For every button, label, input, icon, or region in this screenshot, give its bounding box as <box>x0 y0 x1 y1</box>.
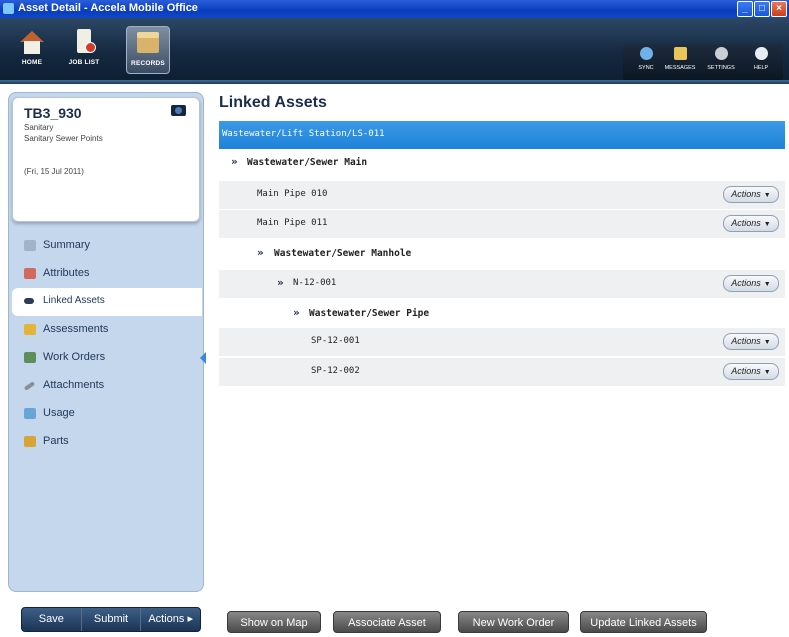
utility-nav: SYNC MESSAGES SETTINGS HELP <box>623 44 783 80</box>
maximize-button[interactable]: □ <box>754 1 770 17</box>
actions-button[interactable]: Actions ▼ <box>723 275 779 292</box>
chevron-down-icon: » <box>293 306 300 319</box>
save-button[interactable]: Save <box>22 608 82 631</box>
menu-item-attributes[interactable]: Attributes <box>12 260 201 288</box>
chevron-down-icon: » <box>231 155 238 168</box>
menu-item-attachments[interactable]: Attachments <box>12 372 201 400</box>
job-list-label: JOB LIST <box>68 59 100 66</box>
settings-button[interactable]: SETTINGS <box>705 47 737 71</box>
menu-item-label: Usage <box>43 407 75 419</box>
help-label: HELP <box>753 65 769 71</box>
record-subtype: Sanitary Sewer Points <box>24 134 103 143</box>
asset-row[interactable]: Main Pipe 010 Actions ▼ <box>219 181 785 209</box>
menu-item-assessments[interactable]: Assessments <box>12 316 201 344</box>
parts-icon <box>24 436 36 447</box>
actions-button[interactable]: Actions ▼ <box>723 363 779 380</box>
asset-label: N-12-001 <box>293 278 337 288</box>
associate-asset-button[interactable]: Associate Asset <box>333 611 441 633</box>
record-actions-button[interactable]: Actions ▸ <box>141 608 200 631</box>
window-title: Asset Detail - Accela Mobile Office <box>18 2 198 14</box>
sync-label: SYNC <box>638 65 654 71</box>
messages-button[interactable]: MESSAGES <box>663 47 697 71</box>
actions-button[interactable]: Actions ▼ <box>723 186 779 203</box>
home-button[interactable]: HOME <box>10 26 54 74</box>
menu-item-work-orders[interactable]: Work Orders <box>12 344 201 372</box>
record-type: Sanitary <box>24 123 54 132</box>
menu-item-label: Summary <box>43 239 91 251</box>
left-panel: TB3_930 Sanitary Sanitary Sewer Points (… <box>8 92 204 592</box>
menu-item-label: Parts <box>43 435 69 447</box>
window-controls: _ □ × <box>737 1 787 17</box>
sync-button[interactable]: SYNC <box>633 47 659 71</box>
linked-assets-icon <box>24 298 34 304</box>
home-icon <box>19 29 45 55</box>
page-title: Linked Assets <box>219 94 327 111</box>
summary-icon <box>24 240 36 251</box>
selected-asset-label: Wastewater/Lift Station/LS-011 <box>222 129 385 139</box>
main-toolbar: HOME JOB LIST RECORDS SYNC MESSAGES SETT… <box>0 18 789 84</box>
record-id: TB3_930 <box>24 105 82 121</box>
new-work-order-button[interactable]: New Work Order <box>458 611 569 633</box>
asset-label: Main Pipe 010 <box>257 189 328 199</box>
group-header-row[interactable]: » Wastewater/Sewer Main <box>219 149 785 177</box>
messages-icon <box>673 47 687 60</box>
asset-label: SP-12-002 <box>311 366 360 376</box>
group-header-label: Wastewater/Sewer Pipe <box>309 308 430 319</box>
records-icon <box>135 30 161 56</box>
chevron-down-icon: » <box>257 246 264 259</box>
messages-label: MESSAGES <box>664 65 696 71</box>
asset-group-row[interactable]: » N-12-001 Actions ▼ <box>219 270 785 298</box>
menu-item-label: Linked Assets <box>43 295 105 306</box>
settings-label: SETTINGS <box>707 65 735 71</box>
menu-item-label: Work Orders <box>43 351 106 363</box>
chevron-down-icon: » <box>277 276 284 289</box>
records-button[interactable]: RECORDS <box>126 26 170 74</box>
update-linked-assets-button[interactable]: Update Linked Assets <box>580 611 707 633</box>
attributes-icon <box>24 268 36 279</box>
menu-item-label: Attributes <box>43 267 90 279</box>
actions-button[interactable]: Actions ▼ <box>723 333 779 350</box>
work-orders-icon <box>24 352 36 363</box>
asset-row[interactable]: SP-12-002 Actions ▼ <box>219 358 785 386</box>
menu-item-label: Assessments <box>43 323 109 335</box>
group-header-row[interactable]: » Wastewater/Sewer Pipe <box>219 300 785 328</box>
group-header-row[interactable]: » Wastewater/Sewer Manhole <box>219 240 785 268</box>
record-date: (Fri, 15 Jul 2011) <box>24 167 84 176</box>
menu-item-parts[interactable]: Parts <box>12 428 201 456</box>
panel-pointer <box>200 352 206 364</box>
home-label: HOME <box>21 59 43 66</box>
assessments-icon <box>24 324 36 335</box>
asset-row[interactable]: SP-12-001 Actions ▼ <box>219 328 785 356</box>
menu-item-label: Attachments <box>43 379 105 391</box>
record-button-bar: Save Submit Actions ▸ <box>21 607 201 632</box>
menu-item-linked-assets[interactable]: Linked Assets <box>12 288 202 316</box>
job-list-button[interactable]: JOB LIST <box>62 26 106 74</box>
sync-icon <box>639 47 653 60</box>
minimize-button[interactable]: _ <box>737 1 753 17</box>
close-button[interactable]: × <box>771 1 787 17</box>
settings-icon <box>714 47 728 60</box>
selected-asset-row[interactable]: Wastewater/Lift Station/LS-011 <box>219 121 785 149</box>
asset-row[interactable]: Main Pipe 011 Actions ▼ <box>219 210 785 238</box>
asset-label: Main Pipe 011 <box>257 218 328 228</box>
group-header-label: Wastewater/Sewer Manhole <box>274 248 412 259</box>
usage-icon <box>24 408 36 419</box>
title-bar: Asset Detail - Accela Mobile Office _ □ … <box>0 0 789 18</box>
help-button[interactable]: HELP <box>747 47 775 71</box>
detail-menu: Summary Attributes Linked Assets Assessm… <box>12 232 202 456</box>
submit-button[interactable]: Submit <box>82 608 142 631</box>
asset-label: SP-12-001 <box>311 336 360 346</box>
menu-item-usage[interactable]: Usage <box>12 400 201 428</box>
records-label: RECORDS <box>131 60 165 67</box>
record-card: TB3_930 Sanitary Sanitary Sewer Points (… <box>12 97 200 222</box>
attachments-icon <box>23 381 36 391</box>
show-on-map-button[interactable]: Show on Map <box>227 611 321 633</box>
actions-button[interactable]: Actions ▼ <box>723 215 779 232</box>
help-icon <box>754 47 768 60</box>
app-icon <box>3 3 14 14</box>
menu-item-summary[interactable]: Summary <box>12 232 201 260</box>
camera-icon[interactable] <box>171 105 186 116</box>
job-list-icon <box>71 29 97 55</box>
group-header-label: Wastewater/Sewer Main <box>247 157 368 168</box>
